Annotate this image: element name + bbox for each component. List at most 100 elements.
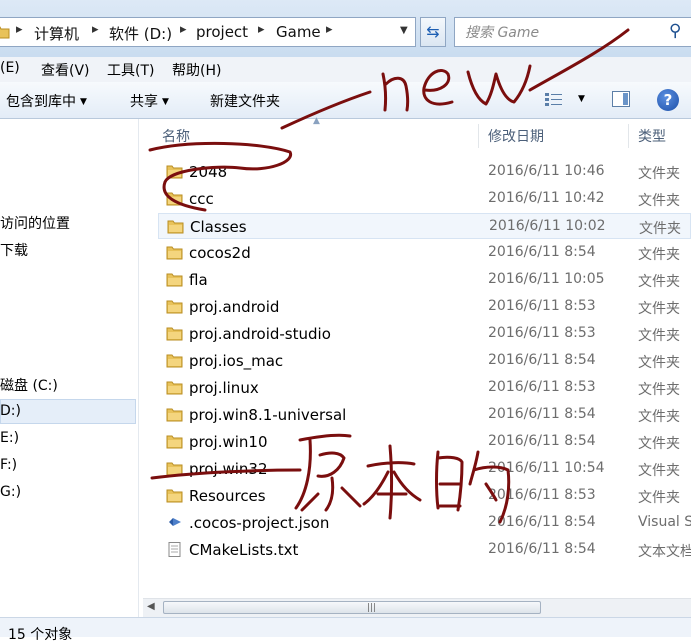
search-box[interactable]: ⚲ (454, 17, 691, 47)
breadcrumb-game[interactable]: Game (276, 23, 321, 41)
file-date: 2016/6/11 8:54 (488, 244, 596, 260)
breadcrumb-separator[interactable]: ▸ (92, 22, 99, 37)
file-row[interactable]: fla 2016/6/11 10:05 文件夹 (158, 267, 691, 293)
file-row[interactable]: proj.android 2016/6/11 8:53 文件夹 (158, 294, 691, 320)
file-type: Visual S (638, 514, 691, 530)
file-date: 2016/6/11 8:53 (488, 379, 596, 395)
file-type: 文件夹 (638, 490, 680, 506)
file-name: ccc (189, 190, 214, 208)
folder-icon (166, 381, 183, 395)
file-name: .cocos-project.json (189, 514, 330, 532)
new-folder-button[interactable]: 新建文件夹 (210, 91, 280, 111)
nav-item-drive-c[interactable]: 磁盘 (C:) (0, 375, 58, 395)
column-divider[interactable] (628, 124, 629, 148)
file-row[interactable]: Classes 2016/6/11 10:02 文件夹 (158, 213, 691, 239)
column-header-date[interactable]: 修改日期 (488, 126, 544, 146)
file-type: 文件夹 (638, 166, 680, 182)
file-row[interactable]: proj.android-studio 2016/6/11 8:53 文件夹 (158, 321, 691, 347)
refresh-icon: ⇆ (426, 22, 440, 41)
column-divider[interactable] (478, 124, 479, 148)
view-options-icon[interactable] (544, 91, 564, 109)
nav-item-drive-e[interactable]: E:) (0, 430, 19, 446)
file-row[interactable]: cocos2d 2016/6/11 8:54 文件夹 (158, 240, 691, 266)
menu-edit[interactable]: (E) (0, 60, 20, 76)
file-row[interactable]: proj.win8.1-universal 2016/6/11 8:54 文件夹 (158, 402, 691, 428)
file-date: 2016/6/11 8:53 (488, 487, 596, 503)
file-row[interactable]: .cocos-project.json 2016/6/11 8:54 Visual … (158, 510, 691, 536)
breadcrumb-separator[interactable]: ▸ (258, 22, 265, 37)
menu-bar: (E) 查看(V) 工具(T) 帮助(H) (0, 57, 691, 83)
include-in-library-button[interactable]: 包含到库中 ▼ (6, 91, 87, 111)
menu-tools[interactable]: 工具(T) (107, 60, 154, 80)
chevron-down-icon[interactable]: ▼ (578, 94, 585, 104)
file-row[interactable]: ccc 2016/6/11 10:42 文件夹 (158, 186, 691, 212)
file-row[interactable]: proj.linux 2016/6/11 8:53 文件夹 (158, 375, 691, 401)
search-icon[interactable]: ⚲ (669, 21, 681, 41)
file-name: fla (189, 271, 208, 289)
menu-help[interactable]: 帮助(H) (172, 60, 221, 80)
file-name: proj.win32 (189, 460, 268, 478)
command-toolbar: 包含到库中 ▼ 共享 ▼ 新建文件夹 ▼ ? (0, 82, 691, 119)
breadcrumb-separator[interactable]: ▸ (326, 22, 333, 37)
vs-file-icon (169, 518, 181, 526)
file-date: 2016/6/11 8:54 (488, 433, 596, 449)
column-header-name[interactable]: 名称 (162, 126, 190, 146)
file-name: proj.ios_mac (189, 352, 284, 370)
item-count: 15 个对象 (8, 627, 73, 643)
file-row[interactable]: proj.ios_mac 2016/6/11 8:54 文件夹 (158, 348, 691, 374)
file-row[interactable]: proj.win32 2016/6/11 10:54 文件夹 (158, 456, 691, 482)
address-bar[interactable]: ▸ 计算机 ▸ 软件 (D:) ▸ project ▸ Game ▸ ▼ (0, 17, 416, 47)
file-row[interactable]: Resources 2016/6/11 8:53 文件夹 (158, 483, 691, 509)
status-bar: 15 个对象 (0, 617, 691, 643)
file-date: 2016/6/11 10:54 (488, 460, 605, 476)
breadcrumb-drive-d[interactable]: 软件 (D:) (109, 23, 172, 44)
share-button[interactable]: 共享 ▼ (130, 91, 169, 111)
nav-item-drive-f[interactable]: F:) (0, 457, 17, 473)
column-header-type[interactable]: 类型 (638, 126, 666, 146)
breadcrumb-project[interactable]: project (196, 23, 248, 41)
chevron-down-icon: ▼ (162, 97, 169, 107)
preview-pane-icon[interactable] (612, 91, 630, 107)
file-type: 文件夹 (638, 355, 680, 371)
address-bar-area: ▸ 计算机 ▸ 软件 (D:) ▸ project ▸ Game ▸ ▼ ⇆ ⚲ (0, 0, 691, 57)
file-row[interactable]: CMakeLists.txt 2016/6/11 8:54 文本文档 (158, 537, 691, 563)
nav-item-downloads[interactable]: 下载 (0, 240, 28, 260)
file-type: 文件夹 (638, 382, 680, 398)
file-type: 文件夹 (638, 436, 680, 452)
file-date: 2016/6/11 8:54 (488, 352, 596, 368)
nav-item-drive-d[interactable]: D:) (0, 403, 21, 419)
scroll-left-icon[interactable]: ◀ (147, 601, 155, 612)
folder-icon (166, 435, 183, 449)
file-name: proj.linux (189, 379, 259, 397)
folder-icon (166, 273, 183, 287)
scrollbar-thumb[interactable]: ||| (163, 601, 541, 614)
chevron-down-icon[interactable]: ▼ (400, 25, 408, 36)
file-type: 文件夹 (639, 221, 681, 237)
nav-item-drive-g[interactable]: G:) (0, 484, 21, 500)
search-input[interactable] (463, 22, 657, 44)
file-name: proj.android-studio (189, 325, 331, 343)
menu-view[interactable]: 查看(V) (41, 60, 90, 80)
file-name: proj.android (189, 298, 280, 316)
file-name: CMakeLists.txt (189, 541, 299, 559)
folder-icon (166, 246, 183, 260)
refresh-button[interactable]: ⇆ (420, 17, 446, 47)
nav-item-recent-places[interactable]: 访问的位置 (0, 213, 70, 233)
grip-icon: ||| (367, 603, 377, 613)
file-row[interactable]: proj.win10 2016/6/11 8:54 文件夹 (158, 429, 691, 455)
file-date: 2016/6/11 8:54 (488, 541, 596, 557)
file-row[interactable]: 2048 2016/6/11 10:46 文件夹 (158, 159, 691, 185)
breadcrumb-separator[interactable]: ▸ (180, 22, 187, 37)
horizontal-scrollbar[interactable]: ◀ ||| (143, 598, 691, 617)
folder-icon (167, 220, 184, 234)
file-type: 文件夹 (638, 328, 680, 344)
file-type: 文件夹 (638, 193, 680, 209)
file-name: Classes (190, 218, 247, 236)
folder-icon (166, 192, 183, 206)
breadcrumb-computer[interactable]: 计算机 (34, 23, 79, 44)
folder-icon (0, 26, 10, 39)
help-icon[interactable]: ? (657, 89, 679, 111)
folder-icon (166, 327, 183, 341)
file-type: 文件夹 (638, 463, 680, 479)
breadcrumb-separator[interactable]: ▸ (16, 22, 23, 37)
